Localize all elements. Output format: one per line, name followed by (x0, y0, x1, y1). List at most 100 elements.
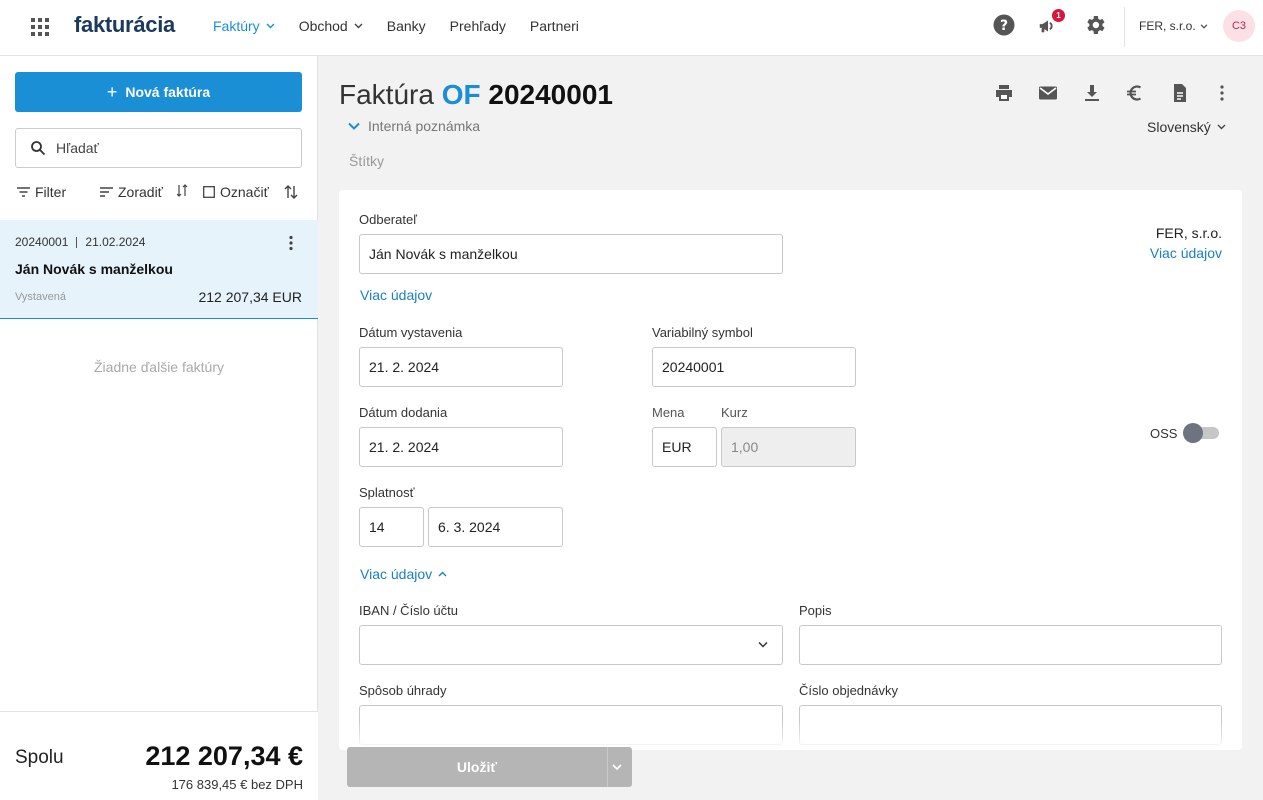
checkbox-icon (203, 186, 215, 198)
filter-icon (17, 187, 30, 197)
top-navigation-bar: fakturácia Faktúry Obchod Banky Prehľady… (0, 0, 1263, 56)
nav-item-partneri[interactable]: Partneri (530, 18, 579, 34)
help-icon[interactable]: ? (992, 13, 1016, 37)
issue-date-label: Dátum vystavenia (359, 325, 463, 340)
internal-note-toggle[interactable]: Interná poznámka (348, 118, 480, 134)
nav-item-label: Partneri (529, 18, 579, 34)
company-switcher[interactable]: FER, s.r.o. (1139, 19, 1208, 33)
filter-button[interactable]: Filter (17, 184, 66, 200)
total-label: Spolu (15, 747, 64, 768)
email-icon[interactable] (1038, 83, 1058, 103)
exchange-rate-input: 1,00 (721, 427, 856, 467)
delivery-date-input[interactable]: 21. 2. 2024 (359, 427, 563, 467)
page-title: Faktúra OF 20240001 (339, 79, 613, 111)
list-toolbar: Filter Zoradiť Označiť (17, 184, 302, 204)
select-label: Označiť (220, 184, 269, 200)
nav-item-faktury[interactable]: Faktúry (213, 18, 275, 34)
svg-text:?: ? (1000, 18, 1008, 34)
divider (1124, 7, 1125, 47)
chevron-up-icon (438, 571, 447, 577)
search-box (15, 128, 302, 168)
chevron-down-icon (1200, 23, 1208, 29)
toggle-knob (1183, 423, 1203, 443)
sort-direction-icon[interactable] (177, 184, 195, 197)
new-invoice-label: Nová faktúra (125, 84, 211, 100)
chevron-down-icon (758, 641, 768, 648)
description-input[interactable] (799, 625, 1222, 665)
app-logo[interactable]: fakturácia (74, 12, 175, 38)
nav-item-prehlady[interactable]: Prehľady (450, 18, 506, 34)
user-avatar[interactable]: C3 (1223, 10, 1255, 42)
more-vertical-icon[interactable] (282, 234, 300, 252)
due-date-input[interactable]: 6. 3. 2024 (428, 507, 563, 547)
print-icon[interactable] (994, 83, 1014, 103)
select-button[interactable]: Označiť (203, 184, 269, 200)
save-button[interactable]: Uložiť (347, 747, 632, 787)
iban-select[interactable] (359, 625, 783, 665)
notification-badge: 1 (1052, 9, 1065, 22)
more-details-label: Viac údajov (360, 566, 433, 582)
oss-label: OSS (1150, 426, 1178, 441)
chevron-down-icon (348, 122, 360, 130)
search-icon (30, 140, 46, 156)
search-input[interactable] (56, 140, 276, 156)
sort-lines-icon (100, 187, 113, 197)
variable-symbol-input[interactable]: 20240001 (652, 347, 856, 387)
more-vertical-icon[interactable] (1212, 83, 1232, 103)
divider (76, 237, 78, 249)
sort-button[interactable]: Zoradiť (100, 184, 163, 200)
filter-label: Filter (35, 184, 67, 200)
chevron-down-icon (1217, 124, 1226, 130)
more-details-collapse-link[interactable]: Viac údajov (360, 566, 447, 582)
oss-toggle[interactable] (1183, 423, 1219, 443)
invoice-form-card: Odberateľ Ján Novák s manželkou Viac úda… (339, 190, 1242, 750)
new-invoice-button[interactable]: + Nová faktúra (15, 72, 302, 112)
due-days-input[interactable]: 14 (359, 507, 424, 547)
supplier-more-details-link[interactable]: Viac údajov (1150, 245, 1222, 261)
document-icon[interactable] (1170, 83, 1190, 103)
invoice-status: Vystavená (15, 291, 66, 303)
plus-icon: + (106, 81, 118, 102)
invoice-date: 21.02.2024 (85, 235, 146, 249)
totals-footer: Spolu 212 207,34 € 176 839,45 € bez DPH (0, 711, 318, 800)
nav-item-label: Obchod (298, 18, 348, 34)
nav-item-banky[interactable]: Banky (387, 18, 426, 34)
variable-symbol-label: Variabilný symbol (652, 325, 753, 340)
currency-select[interactable]: EUR (652, 427, 717, 467)
swap-vertical-icon[interactable] (284, 184, 303, 200)
invoice-amount: 212 207,34 EUR (198, 289, 302, 305)
tags-field[interactable]: Štítky (349, 153, 384, 169)
payment-method-label: Spôsob úhrady (359, 683, 447, 698)
invoice-number-title: 20240001 (488, 79, 613, 110)
invoice-list-item[interactable]: 20240001 21.02.2024 Ján Novák s manželkou… (0, 220, 318, 319)
exchange-rate-label: Kurz (721, 405, 748, 420)
iban-label: IBAN / Číslo účtu (359, 603, 458, 618)
chevron-down-icon[interactable] (611, 761, 623, 773)
settings-gear-icon[interactable] (1083, 13, 1107, 37)
euro-icon[interactable] (1125, 83, 1145, 103)
nav-item-obchod[interactable]: Obchod (299, 18, 363, 34)
total-without-vat: 176 839,45 € bez DPH (171, 777, 303, 792)
issue-date-input[interactable]: 21. 2. 2024 (359, 347, 563, 387)
invoice-customer: Ján Novák s manželkou (15, 261, 173, 277)
customer-input[interactable]: Ján Novák s manželkou (359, 234, 783, 274)
customer-more-details-link[interactable]: Viac údajov (360, 287, 432, 303)
internal-note-label: Interná poznámka (368, 118, 481, 134)
download-icon[interactable] (1082, 83, 1102, 103)
nav-item-label: Faktúry (213, 18, 260, 34)
apps-grid-icon[interactable] (30, 17, 50, 37)
chevron-down-icon (354, 23, 363, 29)
due-label: Splatnosť (359, 485, 415, 500)
order-number-label: Číslo objednávky (799, 683, 898, 698)
delivery-date-label: Dátum dodania (359, 405, 448, 420)
nav-item-label: Prehľady (449, 18, 506, 34)
currency-label: Mena (652, 405, 685, 420)
main-nav: Faktúry Obchod Banky Prehľady Partneri (213, 18, 603, 34)
sort-label: Zoradiť (118, 184, 163, 200)
empty-list-text: Žiadne ďalšie faktúry (94, 359, 224, 375)
invoice-series[interactable]: OF (442, 79, 481, 110)
supplier-name: FER, s.r.o. (1155, 225, 1222, 241)
chevron-down-icon (266, 23, 275, 29)
language-select[interactable]: Slovenský (1147, 119, 1226, 135)
divider (607, 747, 608, 787)
